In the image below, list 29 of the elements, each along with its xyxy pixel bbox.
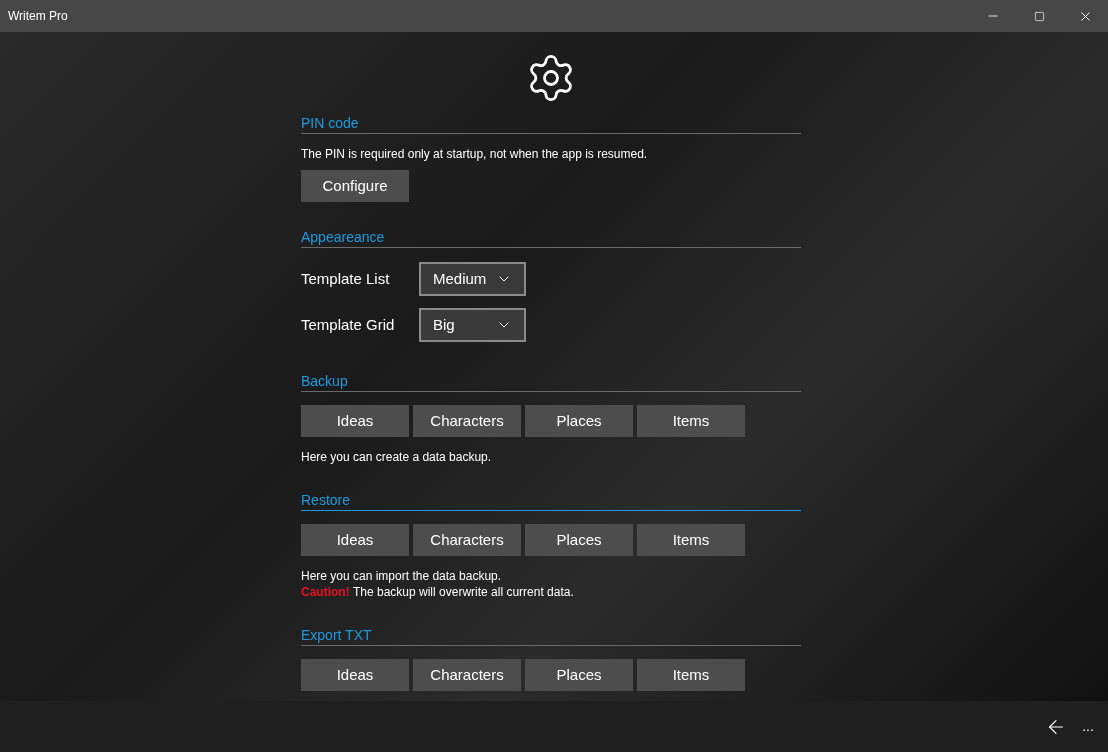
dropdown-label: Template Grid [301, 314, 396, 335]
data-button[interactable]: Ideas [301, 405, 409, 437]
description-text: Here you can import the data backup. [301, 568, 503, 584]
data-button[interactable]: Places [525, 659, 633, 691]
section-heading: Export TXT [301, 627, 372, 643]
more-button[interactable]: ... [1076, 706, 1100, 747]
data-button[interactable]: Items [637, 405, 745, 437]
description-text: Here you can create a data backup. [301, 449, 493, 465]
window-title: Writem Pro [8, 8, 69, 25]
description-text: The PIN is required only at startup, not when the app is resumed. [301, 146, 648, 162]
configure-button[interactable]: Configure [301, 170, 409, 202]
data-button[interactable]: Characters [413, 524, 521, 556]
data-button[interactable]: Places [525, 524, 633, 556]
data-button[interactable]: Items [637, 659, 745, 691]
data-button[interactable]: Ideas [301, 524, 409, 556]
dropdown-label: Template List [301, 268, 391, 289]
data-button[interactable]: Places [525, 405, 633, 437]
data-button[interactable]: Items [637, 524, 745, 556]
description-text: Caution! The backup will overwrite all current data. [301, 584, 575, 600]
maximize-icon [1033, 10, 1045, 22]
data-button[interactable]: Characters [413, 659, 521, 691]
section-heading: Backup [301, 373, 348, 389]
dropdown[interactable]: Medium [419, 262, 526, 296]
data-button[interactable]: Characters [413, 405, 521, 437]
data-button[interactable]: Ideas [301, 659, 409, 691]
section-heading: PIN code [301, 115, 359, 131]
section-heading: Appeareance [301, 229, 385, 245]
section-heading: Restore [301, 492, 351, 508]
dropdown[interactable]: Big [419, 308, 526, 342]
